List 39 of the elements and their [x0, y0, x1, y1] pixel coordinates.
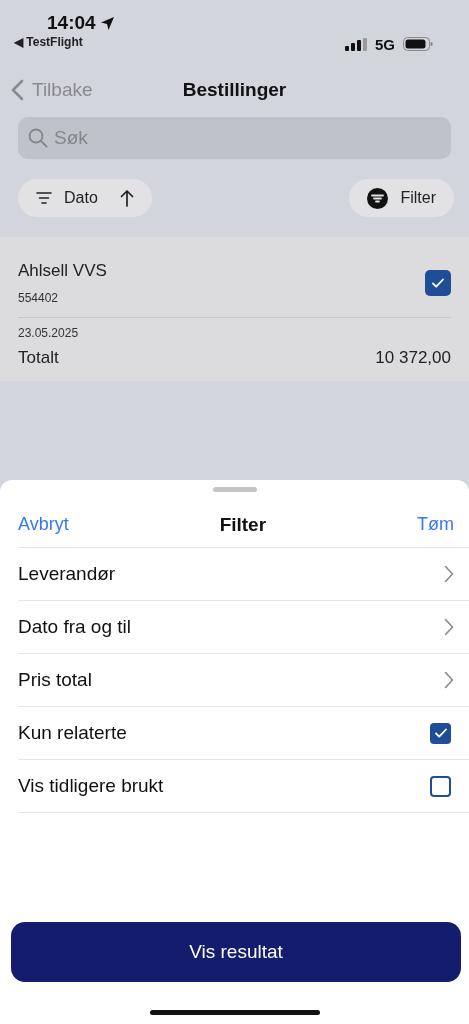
filter-option[interactable]: Pris total	[18, 669, 92, 691]
clear-button[interactable]: Tøm	[417, 514, 454, 535]
order-number: 554402	[18, 291, 60, 305]
order-checkbox[interactable]	[425, 270, 451, 296]
search-field[interactable]: Søk	[18, 117, 451, 159]
battery-icon	[403, 37, 433, 51]
cancel-button[interactable]: Avbryt	[18, 514, 69, 535]
signal-icon	[345, 37, 367, 51]
option-checkbox[interactable]	[430, 775, 451, 797]
total-label: Totalt	[18, 348, 59, 368]
location-arrow-icon	[99, 15, 115, 31]
back-chevron-icon	[10, 78, 24, 101]
supplier-name: Ahlsell VVS	[18, 261, 107, 281]
sheet-title: Filter	[219, 513, 267, 536]
filter-button[interactable]: Filter	[349, 179, 454, 217]
show-results-button[interactable]: Vis resultat	[11, 922, 461, 982]
sort-button[interactable]: Dato	[18, 179, 152, 217]
back-to-app-link[interactable]: ◀ TestFlight	[14, 35, 83, 49]
filter-option[interactable]: Dato fra og til	[18, 616, 131, 638]
page-title: Bestillinger	[182, 78, 287, 101]
checkmark-icon	[431, 276, 445, 290]
order-date: 23.05.2025	[18, 326, 80, 340]
sheet-handle[interactable]	[212, 487, 257, 492]
search-icon	[28, 128, 48, 148]
arrow-up-icon	[119, 189, 134, 207]
order-card[interactable]: Ahlsell VVS 554402 23.05.2025 Totalt 10 372,00	[0, 237, 469, 381]
total-amount: 10 372,00	[375, 348, 451, 368]
chevron-right-icon	[444, 565, 454, 583]
option-checkbox[interactable]	[430, 722, 451, 744]
checkmark-icon	[433, 726, 448, 740]
chevron-right-icon	[444, 618, 454, 636]
filter-icon	[367, 187, 389, 209]
sort-lines-icon	[36, 192, 52, 204]
filter-option[interactable]: Kun relaterte	[18, 722, 127, 744]
chevron-right-icon	[444, 671, 454, 689]
status-time: 14:04	[47, 12, 115, 34]
filter-option[interactable]: Vis tidligere brukt	[18, 775, 164, 797]
filter-option[interactable]: Leverandør	[18, 563, 116, 585]
network-label: 5G	[375, 35, 395, 53]
